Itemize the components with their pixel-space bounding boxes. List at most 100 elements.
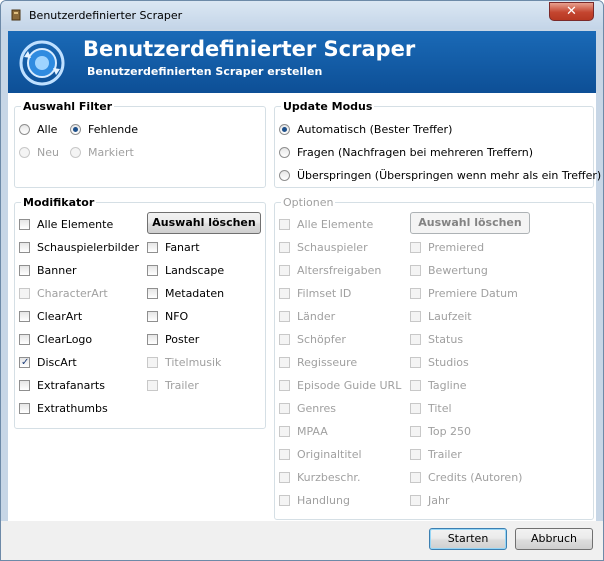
radio-indicator bbox=[70, 147, 81, 158]
filter-group: Auswahl Filter Alle Fehlende Neu Markier… bbox=[14, 100, 266, 188]
checkbox-indicator bbox=[19, 334, 30, 345]
checkbox-label: Laufzeit bbox=[428, 310, 472, 323]
checkbox-indicator bbox=[19, 311, 30, 322]
checkbox-label: Credits (Autoren) bbox=[428, 471, 523, 484]
content-area: Auswahl Filter Alle Fehlende Neu Markier… bbox=[8, 93, 601, 521]
update-mode-group: Update Modus Automatisch (Bester Treffer… bbox=[274, 100, 601, 188]
checkbox-label: Metadaten bbox=[165, 287, 225, 300]
checkbox-indicator bbox=[279, 219, 290, 230]
filter-legend: Auswahl Filter bbox=[21, 100, 115, 113]
options-group: Optionen Alle Elemente Auswahl löschen S… bbox=[274, 196, 594, 520]
checkbox-label: DiscArt bbox=[37, 356, 77, 369]
checkbox-indicator bbox=[147, 242, 158, 253]
radio-indicator bbox=[279, 147, 290, 158]
checkbox-label: Altersfreigaben bbox=[297, 264, 382, 277]
checkbox-indicator bbox=[279, 311, 290, 322]
checkbox-label: Trailer bbox=[428, 448, 462, 461]
checkbox-indicator bbox=[410, 495, 421, 506]
radio-indicator bbox=[70, 124, 81, 135]
checkbox-indicator bbox=[410, 403, 421, 414]
close-button[interactable]: ✕ bbox=[549, 2, 594, 21]
cancel-button[interactable]: Abbruch bbox=[515, 528, 593, 550]
window-title: Benutzerdefinierter Scraper bbox=[29, 9, 183, 22]
checkbox-indicator bbox=[279, 449, 290, 460]
checkbox-label: Originaltitel bbox=[297, 448, 362, 461]
checkbox-indicator bbox=[147, 334, 158, 345]
checkbox-label: Status bbox=[428, 333, 464, 346]
checkbox-indicator bbox=[279, 380, 290, 391]
start-button[interactable]: Starten bbox=[429, 528, 507, 550]
checkbox-indicator bbox=[19, 288, 30, 299]
checkbox-indicator bbox=[279, 426, 290, 437]
checkbox-indicator bbox=[19, 355, 30, 371]
title-bar: Benutzerdefinierter Scraper ✕ bbox=[1, 1, 603, 29]
checkbox-label: Episode Guide URL bbox=[297, 379, 402, 392]
checkbox-indicator bbox=[410, 288, 421, 299]
options-clear-selection-button[interactable]: Auswahl löschen bbox=[410, 212, 530, 234]
checkbox-label: Tagline bbox=[428, 379, 467, 392]
checkbox-label: Premiere Datum bbox=[428, 287, 518, 300]
footer-bar: Starten Abbruch bbox=[1, 521, 603, 560]
dialog-window: Benutzerdefinierter Scraper ✕ Benutzerde… bbox=[0, 0, 604, 561]
checkbox-label: Titelmusik bbox=[165, 356, 222, 369]
checkbox-indicator bbox=[410, 472, 421, 483]
modifier-clear-selection-button[interactable]: Auswahl löschen bbox=[147, 212, 261, 234]
checkbox-indicator bbox=[410, 357, 421, 368]
checkbox-label: Studios bbox=[428, 356, 469, 369]
close-icon: ✕ bbox=[566, 4, 577, 19]
checkbox-indicator bbox=[19, 403, 30, 414]
checkbox-indicator bbox=[147, 380, 158, 391]
checkbox-indicator bbox=[279, 495, 290, 506]
checkbox-indicator bbox=[279, 265, 290, 276]
checkbox-label: NFO bbox=[165, 310, 189, 323]
checkbox-label: Extrafanarts bbox=[37, 379, 105, 392]
checkbox-indicator bbox=[410, 380, 421, 391]
checkbox-indicator bbox=[19, 380, 30, 391]
checkbox-label: Poster bbox=[165, 333, 200, 346]
checkbox-indicator bbox=[410, 334, 421, 345]
update-mode-legend: Update Modus bbox=[281, 100, 375, 113]
checkbox-indicator bbox=[147, 265, 158, 276]
checkbox-indicator bbox=[279, 288, 290, 299]
radio-indicator bbox=[279, 170, 290, 181]
checkbox-label: Schauspieler bbox=[297, 241, 368, 254]
checkbox-label: Regisseure bbox=[297, 356, 358, 369]
checkbox-indicator bbox=[410, 311, 421, 322]
modifier-group: Modifikator Alle Elemente Auswahl lösche… bbox=[14, 196, 266, 429]
checkbox-indicator bbox=[19, 242, 30, 253]
checkbox-indicator bbox=[279, 403, 290, 414]
checkbox-label: Top 250 bbox=[428, 425, 472, 438]
checkbox-label: Trailer bbox=[165, 379, 199, 392]
checkbox-label: Landscape bbox=[165, 264, 225, 277]
checkbox-label: ClearLogo bbox=[37, 333, 93, 346]
checkbox-label: Banner bbox=[37, 264, 77, 277]
header-banner: Benutzerdefinierter Scraper Benutzerdefi… bbox=[8, 31, 596, 93]
checkbox-indicator bbox=[279, 357, 290, 368]
checkbox-label: Genres bbox=[297, 402, 337, 415]
checkbox-label: Premiered bbox=[428, 241, 485, 254]
checkbox-indicator bbox=[410, 242, 421, 253]
checkbox-indicator bbox=[19, 219, 30, 230]
checkbox-label: Handlung bbox=[297, 494, 350, 507]
app-icon bbox=[11, 9, 21, 21]
checkbox-indicator bbox=[279, 242, 290, 253]
checkbox-indicator bbox=[410, 265, 421, 276]
checkbox-label: ClearArt bbox=[37, 310, 83, 323]
checkbox-label: Kurzbeschr. bbox=[297, 471, 361, 484]
checkbox-indicator bbox=[147, 311, 158, 322]
header-subtitle: Benutzerdefinierten Scraper erstellen bbox=[87, 65, 323, 78]
header-title: Benutzerdefinierter Scraper bbox=[83, 37, 416, 61]
checkbox-indicator bbox=[147, 288, 158, 299]
checkbox-indicator bbox=[147, 357, 158, 368]
scraper-logo-icon bbox=[19, 40, 65, 86]
radio-indicator bbox=[19, 147, 30, 158]
checkbox-indicator bbox=[279, 472, 290, 483]
checkbox-indicator bbox=[279, 334, 290, 345]
checkbox-indicator bbox=[410, 449, 421, 460]
radio-indicator bbox=[279, 124, 290, 135]
checkbox-label: MPAA bbox=[297, 425, 328, 438]
checkbox-label: Schöpfer bbox=[297, 333, 346, 346]
modifier-legend: Modifikator bbox=[21, 196, 97, 209]
checkbox-label: Bewertung bbox=[428, 264, 488, 277]
checkbox-indicator bbox=[19, 265, 30, 276]
